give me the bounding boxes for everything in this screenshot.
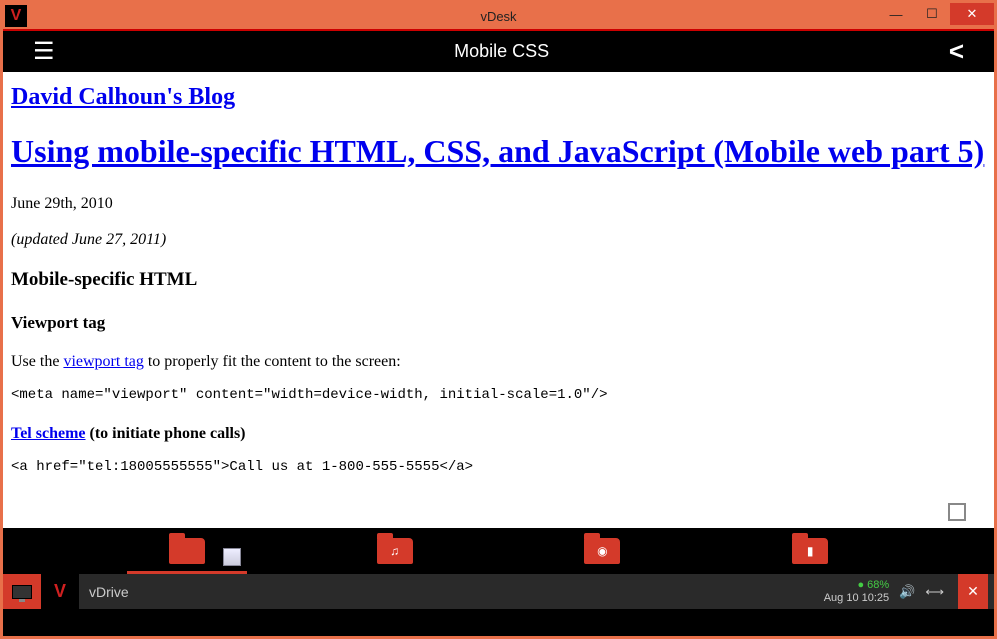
folder-icon [169, 538, 205, 564]
folder-videos[interactable]: ▮ [760, 538, 860, 564]
app-icon: V [5, 5, 27, 27]
folder-photos[interactable]: ◉ [552, 538, 652, 564]
overlay-checkbox[interactable] [948, 503, 966, 521]
system-tray: ● 68% Aug 10 10:25 🔊 ⟷ ✕ [824, 574, 994, 609]
minimize-button[interactable]: — [878, 3, 914, 25]
maximize-button[interactable]: ☐ [914, 3, 950, 25]
taskbar: V vDrive ● 68% Aug 10 10:25 🔊 ⟷ ✕ [3, 574, 994, 609]
viewport-tag-link[interactable]: viewport tag [63, 353, 143, 370]
updated-date: (updated June 27, 2011) [11, 231, 986, 249]
start-button[interactable] [3, 574, 41, 609]
publish-date: June 29th, 2010 [11, 195, 986, 213]
folder-documents[interactable] [137, 538, 237, 564]
tel-scheme-link[interactable]: Tel scheme [11, 425, 86, 442]
close-button[interactable]: ✕ [950, 3, 994, 25]
folder-icon: ◉ [584, 538, 620, 564]
camera-icon: ◉ [597, 544, 607, 558]
page-title: Mobile CSS [454, 41, 549, 62]
taskbar-app-label: vDrive [89, 584, 129, 600]
monitor-icon [12, 585, 32, 599]
music-icon: ♫ [390, 544, 399, 558]
text: to properly fit the content to the scree… [144, 353, 401, 370]
volume-icon[interactable]: 🔊 [899, 584, 915, 600]
app-letter: V [54, 581, 66, 602]
viewport-code: <meta name="viewport" content="width=dev… [11, 387, 986, 403]
tray-close-button[interactable]: ✕ [958, 574, 988, 609]
heading-tel-scheme: Tel scheme (to initiate phone calls) [11, 425, 986, 443]
video-icon: ▮ [807, 544, 814, 558]
folder-bar: ♫ ◉ ▮ [3, 528, 994, 574]
blog-home-link[interactable]: David Calhoun's Blog [11, 84, 235, 110]
menu-icon[interactable]: ☰ [33, 37, 55, 66]
content-area[interactable]: David Calhoun's Blog Using mobile-specif… [3, 72, 994, 528]
back-icon[interactable]: < [949, 36, 964, 67]
titlebar: V vDesk — ☐ ✕ [3, 3, 994, 29]
text: (to initiate phone calls) [86, 425, 246, 442]
text: Use the [11, 353, 63, 370]
clock: Aug 10 10:25 [824, 592, 889, 605]
folder-icon: ▮ [792, 538, 828, 564]
heading-viewport: Viewport tag [11, 313, 986, 333]
window-title: vDesk [480, 9, 516, 24]
window-controls: — ☐ ✕ [878, 3, 994, 29]
article-title-link[interactable]: Using mobile-specific HTML, CSS, and Jav… [11, 131, 986, 171]
battery-status: ● 68% [824, 579, 889, 592]
tel-code: <a href="tel:18005555555">Call us at 1-8… [11, 459, 986, 475]
taskbar-app-icon[interactable]: V [41, 574, 79, 609]
tray-datetime: ● 68% Aug 10 10:25 [824, 579, 889, 604]
app-header: ☰ Mobile CSS < [3, 29, 994, 72]
app-icon-letter: V [11, 7, 22, 25]
folder-icon: ♫ [377, 538, 413, 564]
document-overlay-icon [223, 548, 241, 566]
viewport-paragraph: Use the viewport tag to properly fit the… [11, 353, 986, 371]
folder-music[interactable]: ♫ [345, 538, 445, 564]
heading-mobile-html: Mobile-specific HTML [11, 269, 986, 291]
close-glyph: ✕ [967, 583, 979, 600]
fullscreen-icon[interactable]: ⟷ [925, 584, 944, 600]
